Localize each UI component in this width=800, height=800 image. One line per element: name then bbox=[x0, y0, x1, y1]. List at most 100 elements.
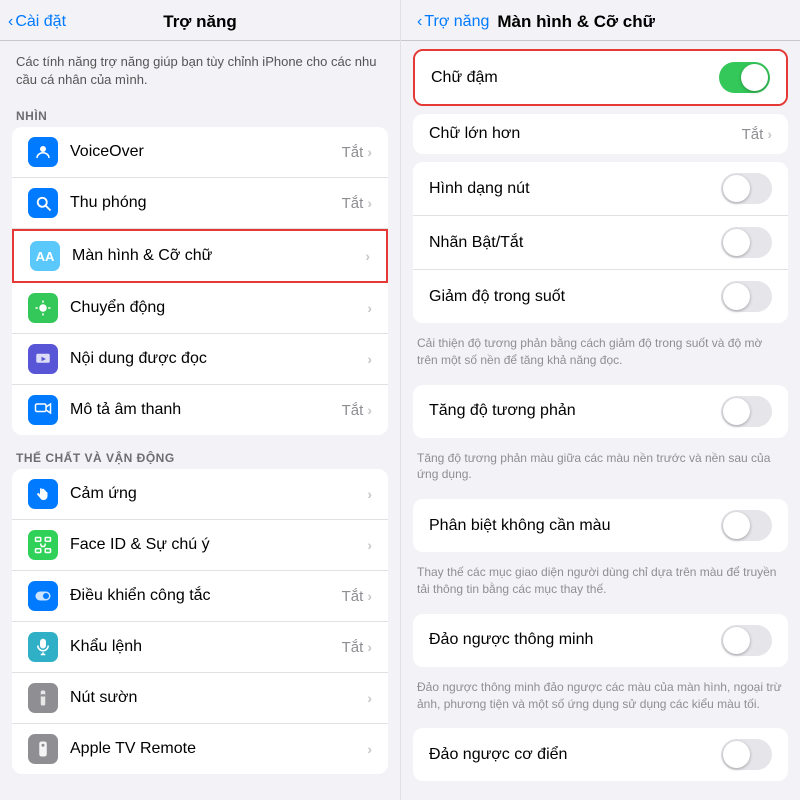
group-contrast: Tăng độ tương phản bbox=[413, 385, 788, 438]
spoken-icon bbox=[28, 344, 58, 374]
row-differentiate-colors[interactable]: Phân biệt không cần màu bbox=[413, 499, 788, 552]
row-faceid[interactable]: Face ID & Sự chú ý › bbox=[12, 520, 388, 571]
row-spoken[interactable]: Nội dung được đọc › bbox=[12, 334, 388, 385]
right-chevron-left-icon: ‹ bbox=[417, 13, 422, 31]
section-physical-label: THỂ CHẤT VÀ VẬN ĐỘNG bbox=[0, 443, 400, 469]
increase-contrast-toggle[interactable] bbox=[721, 396, 772, 427]
reduce-transparency-label: Giảm độ trong suốt bbox=[429, 288, 721, 306]
smart-invert-toggle[interactable] bbox=[721, 625, 772, 656]
zoom-chevron: › bbox=[367, 195, 372, 211]
smart-invert-label: Đảo ngược thông minh bbox=[429, 631, 721, 649]
differentiate-colors-desc: Thay thế các mục giao diện người dùng ch… bbox=[401, 560, 800, 606]
group-bold: Chữ đậm bbox=[413, 49, 788, 106]
left-back-label: Cài đặt bbox=[15, 13, 66, 31]
row-display[interactable]: AA Màn hình & Cỡ chữ › bbox=[12, 229, 388, 283]
vision-group: VoiceOver Tắt › Thu phóng Tắt › AA Màn h… bbox=[12, 127, 388, 435]
bold-text-toggle[interactable] bbox=[719, 62, 770, 93]
toggle-knob bbox=[741, 64, 768, 91]
reduce-transparency-desc: Cải thiện độ tương phản bằng cách giảm đ… bbox=[401, 331, 800, 377]
row-smart-invert[interactable]: Đảo ngược thông minh bbox=[413, 614, 788, 667]
row-touch[interactable]: Cảm ứng › bbox=[12, 469, 388, 520]
reduce-transparency-toggle[interactable] bbox=[721, 281, 772, 312]
row-on-off-labels[interactable]: Nhãn Bật/Tắt bbox=[413, 216, 788, 270]
audiodesc-label: Mô tả âm thanh bbox=[70, 401, 342, 419]
differentiate-colors-label: Phân biệt không cần màu bbox=[429, 517, 721, 535]
display-label: Màn hình & Cỡ chữ bbox=[72, 247, 365, 265]
differentiate-colors-toggle[interactable] bbox=[721, 510, 772, 541]
group-larger: Chữ lớn hơn Tắt › bbox=[413, 114, 788, 154]
toggle-knob-contrast bbox=[723, 398, 750, 425]
classic-invert-toggle[interactable] bbox=[721, 739, 772, 770]
appletv-chevron: › bbox=[367, 741, 372, 757]
row-zoom[interactable]: Thu phóng Tắt › bbox=[12, 178, 388, 229]
side-icon bbox=[28, 683, 58, 713]
appletv-label: Apple TV Remote bbox=[70, 740, 367, 758]
side-label: Nút sườn bbox=[70, 689, 367, 707]
bold-text-label: Chữ đậm bbox=[431, 69, 719, 87]
row-reduce-transparency[interactable]: Giảm độ trong suốt bbox=[413, 270, 788, 323]
row-appletv[interactable]: Apple TV Remote › bbox=[12, 724, 388, 774]
right-nav-bar: ‹ Trợ năng Màn hình & Cỡ chữ bbox=[401, 0, 800, 41]
switch-icon bbox=[28, 581, 58, 611]
row-classic-invert[interactable]: Đảo ngược cơ điển bbox=[413, 728, 788, 781]
larger-text-value: Tắt bbox=[742, 126, 764, 143]
row-bold-text[interactable]: Chữ đậm bbox=[415, 51, 786, 104]
voiceover-chevron: › bbox=[367, 144, 372, 160]
on-off-labels-label: Nhãn Bật/Tắt bbox=[429, 234, 721, 252]
display-chevron: › bbox=[365, 248, 370, 264]
switch-label: Điều khiển công tắc bbox=[70, 587, 342, 605]
right-back-button[interactable]: ‹ Trợ năng bbox=[417, 13, 489, 31]
row-button-shapes[interactable]: Hình dạng nút bbox=[413, 162, 788, 216]
audiodesc-chevron: › bbox=[367, 402, 372, 418]
row-larger-text[interactable]: Chữ lớn hơn Tắt › bbox=[413, 114, 788, 154]
row-voice[interactable]: Khẩu lệnh Tắt › bbox=[12, 622, 388, 673]
toggle-knob-diff bbox=[723, 512, 750, 539]
toggle-knob-classic bbox=[723, 741, 750, 768]
row-motion[interactable]: Chuyển động › bbox=[12, 283, 388, 334]
right-back-label: Trợ năng bbox=[424, 13, 489, 31]
spoken-chevron: › bbox=[367, 351, 372, 367]
row-voiceover[interactable]: VoiceOver Tắt › bbox=[12, 127, 388, 178]
voice-chevron: › bbox=[367, 639, 372, 655]
voice-value: Tắt bbox=[342, 639, 364, 656]
motion-icon bbox=[28, 293, 58, 323]
voiceover-label: VoiceOver bbox=[70, 143, 342, 161]
larger-text-chevron: › bbox=[767, 126, 772, 142]
touch-chevron: › bbox=[367, 486, 372, 502]
motion-chevron: › bbox=[367, 300, 372, 316]
group-display-options: Hình dạng nút Nhãn Bật/Tắt Giảm độ trong… bbox=[413, 162, 788, 323]
zoom-label: Thu phóng bbox=[70, 194, 342, 212]
button-shapes-label: Hình dạng nút bbox=[429, 180, 721, 198]
zoom-icon bbox=[28, 188, 58, 218]
toggle-knob-onoff bbox=[723, 229, 750, 256]
increase-contrast-label: Tăng độ tương phản bbox=[429, 402, 721, 420]
toggle-knob-smart bbox=[723, 627, 750, 654]
motion-label: Chuyển động bbox=[70, 299, 367, 317]
touch-icon bbox=[28, 479, 58, 509]
button-shapes-toggle[interactable] bbox=[721, 173, 772, 204]
right-nav-title: Màn hình & Cỡ chữ bbox=[497, 12, 655, 32]
zoom-value: Tắt bbox=[342, 195, 364, 212]
smart-invert-desc: Đảo ngược thông minh đảo ngược các màu c… bbox=[401, 675, 800, 721]
appletv-icon bbox=[28, 734, 58, 764]
touch-label: Cảm ứng bbox=[70, 485, 367, 503]
toggle-knob-btn bbox=[723, 175, 750, 202]
left-nav-bar: ‹ Cài đặt Trợ năng bbox=[0, 0, 400, 41]
faceid-chevron: › bbox=[367, 537, 372, 553]
spoken-label: Nội dung được đọc bbox=[70, 350, 367, 368]
toggle-knob-reduce bbox=[723, 283, 750, 310]
row-audiodesc[interactable]: Mô tả âm thanh Tắt › bbox=[12, 385, 388, 435]
larger-text-label: Chữ lớn hơn bbox=[429, 125, 742, 143]
group-smart-invert: Đảo ngược thông minh bbox=[413, 614, 788, 667]
voice-icon bbox=[28, 632, 58, 662]
left-back-button[interactable]: ‹ Cài đặt bbox=[8, 13, 66, 31]
group-classic-invert: Đảo ngược cơ điển bbox=[413, 728, 788, 781]
switch-chevron: › bbox=[367, 588, 372, 604]
row-switch[interactable]: Điều khiển công tắc Tắt › bbox=[12, 571, 388, 622]
right-scroll-content: Chữ đậm Chữ lớn hơn Tắt › Hình dạng nút bbox=[401, 41, 800, 800]
classic-invert-label: Đảo ngược cơ điển bbox=[429, 746, 721, 764]
row-side[interactable]: Nút sườn › bbox=[12, 673, 388, 724]
on-off-labels-toggle[interactable] bbox=[721, 227, 772, 258]
row-increase-contrast[interactable]: Tăng độ tương phản bbox=[413, 385, 788, 438]
group-differentiate: Phân biệt không cần màu bbox=[413, 499, 788, 552]
